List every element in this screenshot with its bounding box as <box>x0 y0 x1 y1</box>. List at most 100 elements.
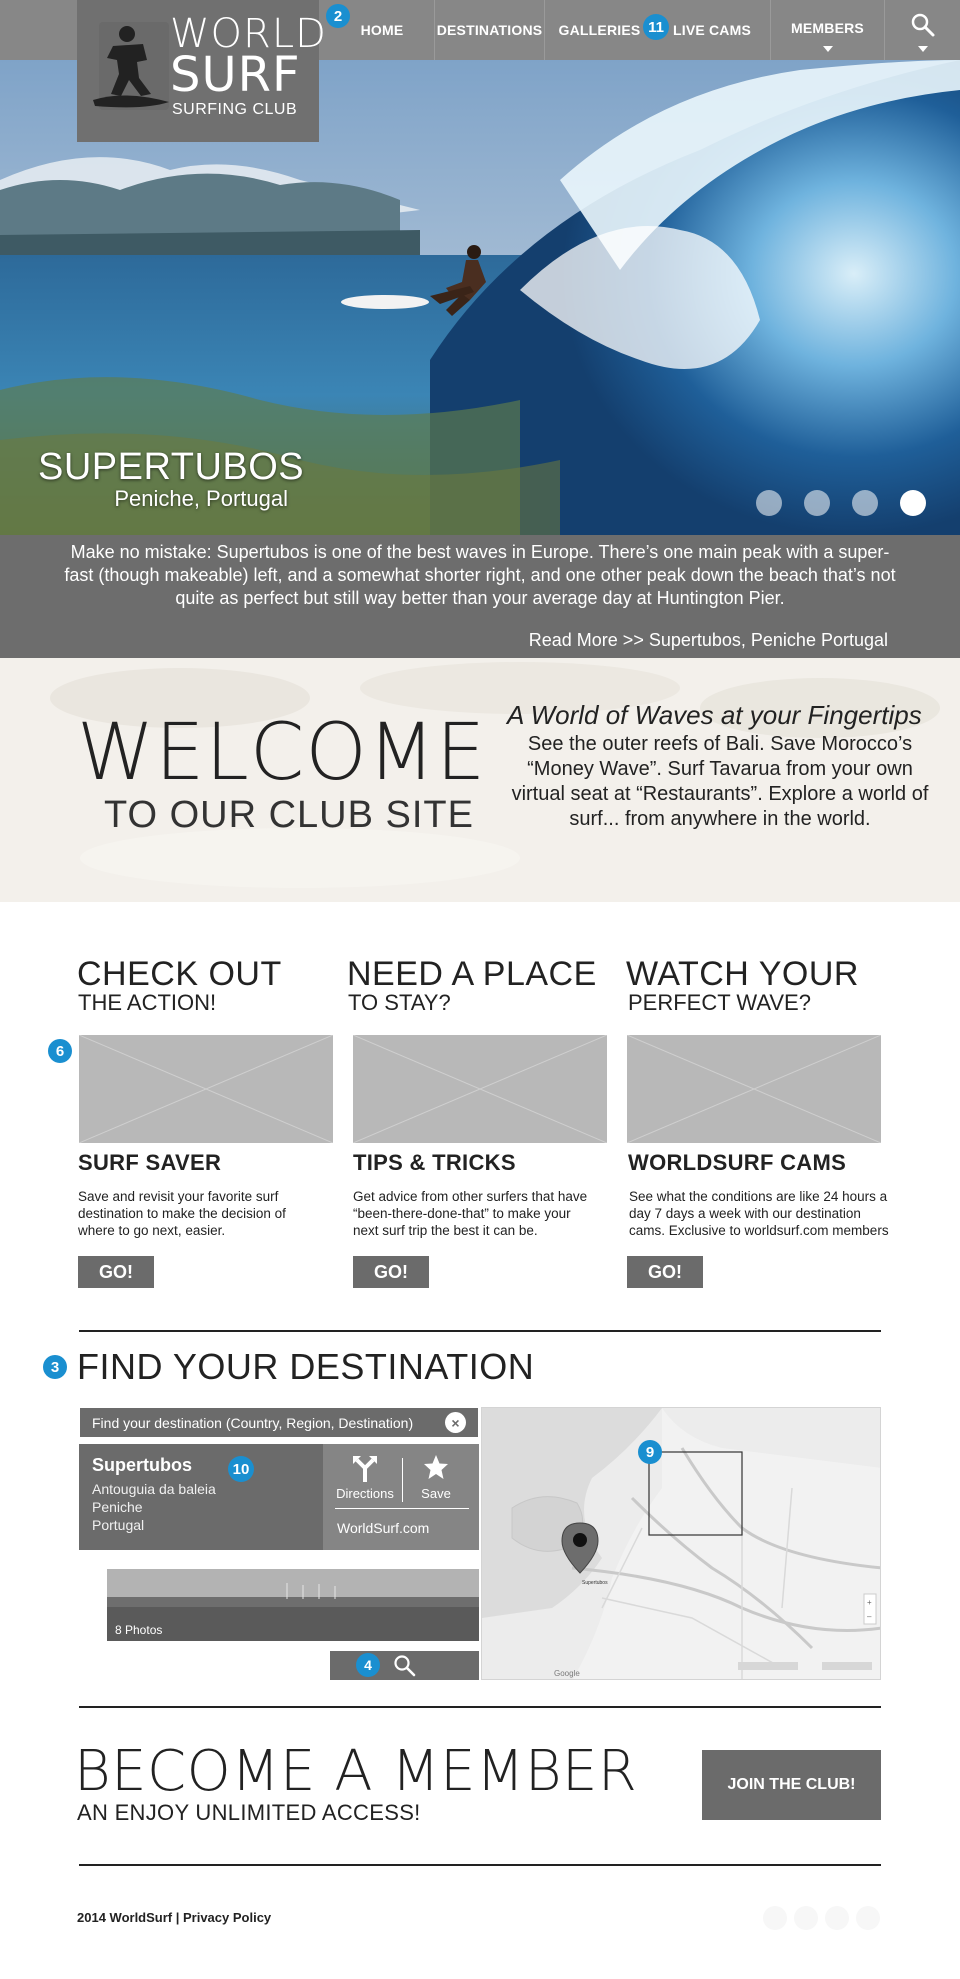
member-subheading: AN ENJOY UNLIMITED ACCESS! <box>77 1800 421 1825</box>
badge-number: 4 <box>364 1657 372 1673</box>
result-line: Peniche <box>92 1499 143 1515</box>
annotation-badge: 10 <box>228 1456 254 1482</box>
badge-number: 3 <box>50 1358 60 1376</box>
nav-live-cams[interactable]: LIVE CAMS <box>654 0 770 60</box>
annotation-badge: 6 <box>48 1039 72 1063</box>
search-button[interactable] <box>330 1651 479 1680</box>
feature-subheading: TO STAY? <box>348 990 451 1015</box>
go-button[interactable]: GO! <box>78 1256 154 1288</box>
site-logo[interactable]: WORLD SURF SURFING CLUB <box>77 0 326 142</box>
map-pin-label: Supertubos <box>582 1580 608 1586</box>
search-icon <box>911 13 934 37</box>
annotation-badge: 3 <box>43 1355 67 1379</box>
go-button[interactable]: GO! <box>353 1256 429 1288</box>
save-button[interactable]: Save <box>405 1454 467 1501</box>
logo-surfing-club: SURFING CLUB <box>172 101 298 118</box>
annotation-badge: 11 <box>643 14 669 40</box>
feature-text: Save and revisit your favorite surf dest… <box>78 1189 286 1238</box>
destination-result-card[interactable]: Supertubos Antouguia da baleia Peniche P… <box>79 1444 479 1550</box>
slider-dot[interactable] <box>852 490 878 516</box>
feature-subheading: THE ACTION! <box>78 990 217 1015</box>
slider-dot[interactable] <box>804 490 830 516</box>
logo-surf: SURF <box>170 47 301 103</box>
feature-title: WORLDSURF CAMS <box>628 1150 847 1175</box>
google-plus-icon[interactable] <box>825 1906 849 1930</box>
feature-title: TIPS & TRICKS <box>353 1150 516 1175</box>
result-actions: Directions Save WorldSurf.com <box>323 1444 479 1550</box>
welcome-section: WELCOME TO OUR CLUB SITE A World of Wave… <box>0 658 960 902</box>
feature-title: SURF SAVER <box>78 1150 222 1175</box>
feature-text: See what the conditions are like 24 hour… <box>629 1189 889 1238</box>
section-divider <box>79 1330 881 1332</box>
feature-image-placeholder <box>353 1035 607 1143</box>
search-icon <box>394 1655 416 1677</box>
save-label: Save <box>421 1486 451 1501</box>
feature-image-placeholder <box>627 1035 881 1143</box>
nav-destinations-label: DESTINATIONS <box>436 22 543 38</box>
annotation-badge: 9 <box>638 1440 662 1464</box>
welcome-heading: WELCOME <box>77 708 487 798</box>
feature-text: Get advice from other surfers that have … <box>353 1189 588 1238</box>
read-more-link[interactable]: Read More >> Supertubos, Peniche Portuga… <box>529 630 888 651</box>
feature-heading: WATCH YOUR <box>626 955 859 993</box>
join-club-button[interactable]: JOIN THE CLUB! <box>702 1750 881 1820</box>
footer-copyright: 2014 WorldSurf | Privacy Policy <box>77 1910 272 1925</box>
feature-subheading: PERFECT WAVE? <box>628 990 811 1015</box>
caret-down-icon <box>822 46 833 52</box>
directions-button[interactable]: Directions <box>331 1454 399 1501</box>
section-divider <box>79 1706 881 1708</box>
destination-search-input[interactable]: Find your destination (Country, Region, … <box>79 1407 479 1438</box>
divider <box>335 1508 469 1509</box>
badge-number: 9 <box>645 1443 655 1461</box>
member-heading: BECOME A MEMBER <box>74 1739 638 1804</box>
nav-members-label: MEMBERS <box>791 20 864 36</box>
result-name: Supertubos <box>92 1455 193 1475</box>
divider <box>402 1458 403 1502</box>
slider-dot[interactable] <box>756 490 782 516</box>
feature-image-placeholder <box>79 1035 333 1143</box>
slider-dots <box>756 490 926 516</box>
badge-number: 2 <box>333 7 343 25</box>
svg-text:–: – <box>867 1612 872 1621</box>
nav-members[interactable]: MEMBERS <box>770 0 884 60</box>
nav-galleries-label: GALLERIES <box>558 22 641 38</box>
directions-label: Directions <box>336 1486 394 1501</box>
destination-map[interactable]: Supertubos + – Google <box>481 1407 881 1680</box>
annotation-badge: 4 <box>356 1653 380 1677</box>
map-provider: Google <box>554 1669 580 1678</box>
photo-gallery-thumbnail[interactable]: 8 Photos <box>107 1569 479 1641</box>
nav-destinations[interactable]: DESTINATIONS <box>434 0 544 60</box>
close-icon[interactable]: × <box>445 1412 466 1433</box>
go-button[interactable]: GO! <box>627 1256 703 1288</box>
feature-heading: NEED A PLACE <box>347 955 597 993</box>
badge-number: 10 <box>232 1460 250 1478</box>
welcome-text: See the outer reefs of Bali. Save Morocc… <box>511 733 929 830</box>
nav-galleries[interactable]: GALLERIES <box>544 0 654 60</box>
hero-title: SUPERTUBOS <box>38 446 305 488</box>
welcome-subheading: TO OUR CLUB SITE <box>103 794 474 836</box>
feature-heading: CHECK OUT <box>77 955 282 993</box>
beach-photo <box>107 1569 479 1641</box>
map-zoom-controls: + – <box>863 1593 877 1625</box>
annotation-badge: 2 <box>326 4 350 28</box>
hero-subtitle: Peniche, Portugal <box>114 486 288 511</box>
result-line: Antouguia da baleia <box>92 1481 216 1497</box>
hero-description-panel: Make no mistake: Supertubos is one of th… <box>0 535 960 658</box>
nav-live-cams-label: LIVE CAMS <box>672 22 752 38</box>
badge-number: 6 <box>55 1042 65 1060</box>
photo-count: 8 Photos <box>115 1623 163 1637</box>
hero-description: Make no mistake: Supertubos is one of th… <box>64 542 896 608</box>
nav-search[interactable] <box>884 0 960 60</box>
find-destination-title: FIND YOUR DESTINATION <box>77 1346 535 1387</box>
facebook-icon[interactable] <box>794 1906 818 1930</box>
caret-down-icon <box>917 46 928 52</box>
slider-dot-active[interactable] <box>900 490 926 516</box>
directions-icon <box>353 1456 377 1482</box>
badge-number: 11 <box>648 18 664 36</box>
twitter-icon[interactable] <box>763 1906 787 1930</box>
welcome-tagline: A World of Waves at your Fingertips <box>507 700 922 730</box>
section-divider <box>79 1864 881 1866</box>
worldsurf-link[interactable]: WorldSurf.com <box>337 1520 429 1536</box>
nav-home-label: HOME <box>360 22 404 38</box>
pinterest-icon[interactable] <box>856 1906 880 1930</box>
